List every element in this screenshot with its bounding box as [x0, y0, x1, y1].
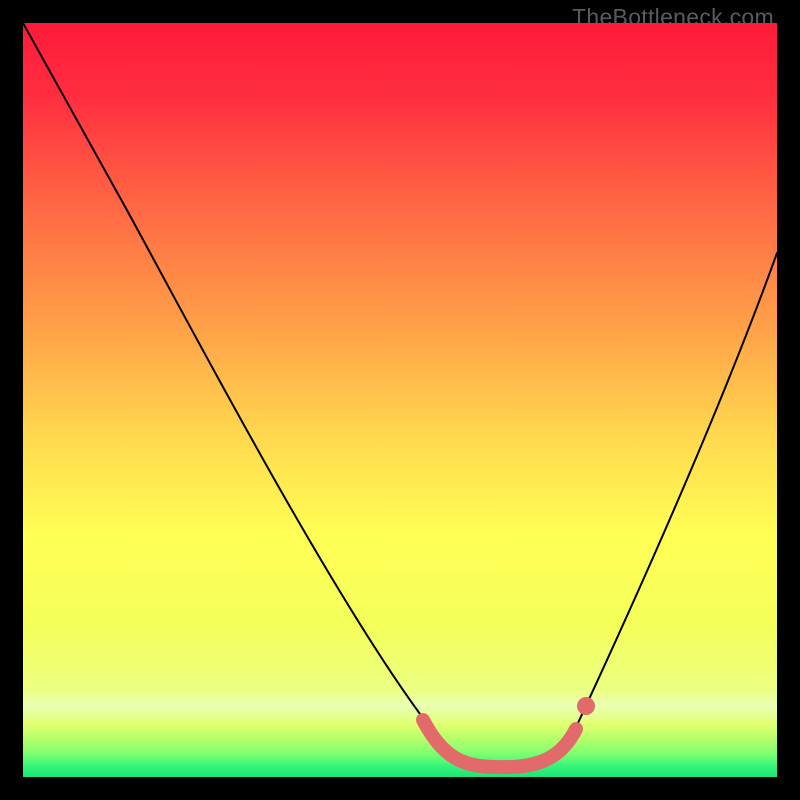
plot-svg: [23, 23, 777, 777]
series-dot: [577, 697, 595, 715]
plot-frame: [23, 23, 777, 777]
gradient-background: [23, 23, 777, 777]
